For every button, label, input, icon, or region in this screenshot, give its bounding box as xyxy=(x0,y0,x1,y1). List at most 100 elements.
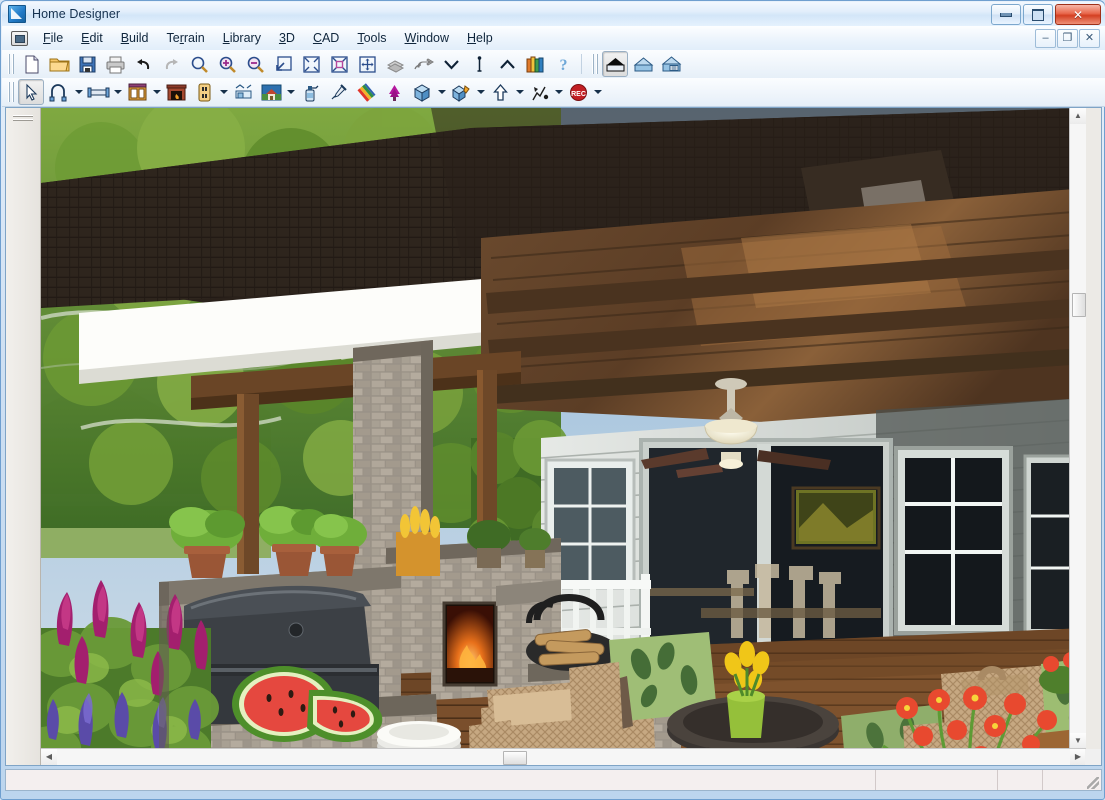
mdi-client-area: ▲ ▼ ◀ ▶ xyxy=(5,107,1102,766)
draw-curve-dropdown-arrow[interactable] xyxy=(73,80,84,104)
scroll-up-arrow-icon[interactable]: ▲ xyxy=(1070,108,1086,124)
mdi-restore-button[interactable]: ❐ xyxy=(1057,29,1078,48)
menu-label-edit: dit xyxy=(89,31,103,45)
mdi-close-button[interactable]: ✕ xyxy=(1079,29,1100,48)
status-bar xyxy=(5,769,1102,791)
camera-view-button[interactable] xyxy=(602,51,628,77)
vertical-scrollbar[interactable]: ▲ ▼ xyxy=(1069,108,1086,749)
menu-label-help: elp xyxy=(476,31,493,45)
home-designer-logo-icon xyxy=(8,5,26,23)
terrain-dropdown-arrow[interactable] xyxy=(285,80,296,104)
cabinets-dropdown-arrow[interactable] xyxy=(151,80,162,104)
chevron-down-icon[interactable] xyxy=(438,51,464,77)
pan-hand-button[interactable] xyxy=(410,51,436,77)
rendered-3d-scene xyxy=(41,108,1086,749)
magnifier-button[interactable] xyxy=(186,51,212,77)
scroll-down-arrow-icon[interactable]: ▼ xyxy=(1070,733,1086,749)
title-bar: Home Designer ✕ xyxy=(2,2,1105,26)
fill-window-building-button[interactable] xyxy=(298,51,324,77)
toolbar-grip[interactable] xyxy=(7,54,14,74)
vertical-scroll-thumb[interactable] xyxy=(1072,293,1086,317)
center-view-button[interactable] xyxy=(354,51,380,77)
minimize-button[interactable] xyxy=(991,4,1021,25)
status-coordinates-pane xyxy=(876,770,998,790)
chevron-up-icon[interactable] xyxy=(494,51,520,77)
scroll-right-arrow-icon[interactable]: ▶ xyxy=(1070,749,1086,765)
electrical-dropdown-arrow[interactable] xyxy=(218,80,229,104)
menu-item-3d[interactable]: 3D xyxy=(270,28,304,48)
undo-button[interactable] xyxy=(130,51,156,77)
scroll-left-arrow-icon[interactable]: ◀ xyxy=(41,749,57,765)
furniture-button[interactable] xyxy=(230,79,256,105)
resize-grip-icon[interactable] xyxy=(1087,777,1099,789)
menu-label-3d: D xyxy=(285,31,295,45)
terrain-house-button[interactable] xyxy=(258,79,284,105)
plant-spray-button[interactable] xyxy=(297,79,323,105)
walls-dropdown-arrow[interactable] xyxy=(112,80,123,104)
menu-label-file: ile xyxy=(50,31,64,45)
new-plan-button[interactable] xyxy=(18,51,44,77)
walkthrough-path-button[interactable] xyxy=(526,79,552,105)
open-folder-button[interactable] xyxy=(46,51,72,77)
left-dock-grip[interactable] xyxy=(13,114,33,121)
menu-item-window[interactable]: Window xyxy=(396,28,458,48)
save-plan-button[interactable] xyxy=(74,51,100,77)
menu-item-help[interactable]: Help xyxy=(458,28,502,48)
menu-item-file[interactable]: File xyxy=(34,28,72,48)
menu-item-library[interactable]: Library xyxy=(214,28,270,48)
toolbar-grip-2[interactable] xyxy=(591,54,598,74)
menu-item-cad[interactable]: CAD xyxy=(304,28,348,48)
3d-view-cube-button[interactable] xyxy=(409,79,435,105)
application-window: Home Designer ✕ File Edit Build Terrain … xyxy=(0,0,1105,800)
status-mode-pane xyxy=(998,770,1043,790)
redo-button[interactable] xyxy=(158,51,184,77)
magenta-tree-button[interactable] xyxy=(381,79,407,105)
walls-button[interactable] xyxy=(85,79,111,105)
menu-bar: File Edit Build Terrain Library 3D CAD T… xyxy=(2,26,1105,51)
horizontal-scrollbar[interactable]: ◀ ▶ xyxy=(41,748,1086,765)
reference-line-button[interactable] xyxy=(466,51,492,77)
printer-button[interactable] xyxy=(102,51,128,77)
zoom-previous-button[interactable] xyxy=(326,51,352,77)
zoom-out-button[interactable] xyxy=(242,51,268,77)
3d-backdrop-button[interactable] xyxy=(448,79,474,105)
svg-text:REC: REC xyxy=(571,91,586,98)
menu-item-build[interactable]: Build xyxy=(112,28,158,48)
main-toolbar: ? xyxy=(2,50,1105,79)
help-question-button[interactable]: ? xyxy=(550,51,576,77)
view-specification-button[interactable] xyxy=(658,51,684,77)
eyedropper-button[interactable] xyxy=(325,79,351,105)
fireplace-button[interactable] xyxy=(163,79,189,105)
zoom-in-button[interactable] xyxy=(214,51,240,77)
draw-curve-button[interactable] xyxy=(46,79,72,105)
select-objects-button[interactable] xyxy=(18,79,44,105)
menu-item-edit[interactable]: Edit xyxy=(72,28,112,48)
maximize-button[interactable] xyxy=(1023,4,1053,25)
3d-camera-view[interactable]: ▲ ▼ xyxy=(41,108,1086,749)
application-system-menu-icon[interactable] xyxy=(11,30,28,46)
record-dropdown-arrow[interactable] xyxy=(592,80,603,104)
close-button[interactable]: ✕ xyxy=(1055,4,1101,25)
mdi-window-controls: – ❐ ✕ xyxy=(1035,29,1100,48)
window-title: Home Designer xyxy=(32,7,121,21)
elevation-view-button[interactable] xyxy=(630,51,656,77)
status-message-pane xyxy=(6,770,876,790)
menu-item-terrain[interactable]: Terrain xyxy=(158,28,214,48)
cabinets-button[interactable] xyxy=(124,79,150,105)
edit-toolbar-grip[interactable] xyxy=(7,82,14,102)
mdi-minimize-button[interactable]: – xyxy=(1035,29,1056,48)
horizontal-scroll-thumb[interactable] xyxy=(503,751,527,765)
pan-layers-button[interactable] xyxy=(382,51,408,77)
fill-window-button[interactable] xyxy=(270,51,296,77)
3d-backdrop-dropdown-arrow[interactable] xyxy=(475,80,486,104)
electrical-outlet-button[interactable] xyxy=(191,79,217,105)
move-up-dropdown-arrow[interactable] xyxy=(514,80,525,104)
menu-item-tools[interactable]: Tools xyxy=(348,28,395,48)
move-up-arrow-button[interactable] xyxy=(487,79,513,105)
record-walkthrough-button[interactable]: REC xyxy=(565,79,591,105)
library-browser-button[interactable] xyxy=(522,51,548,77)
3d-view-dropdown-arrow[interactable] xyxy=(436,80,447,104)
walkthrough-dropdown-arrow[interactable] xyxy=(553,80,564,104)
menu-label-window: indow xyxy=(416,31,450,45)
material-painter-button[interactable] xyxy=(353,79,379,105)
